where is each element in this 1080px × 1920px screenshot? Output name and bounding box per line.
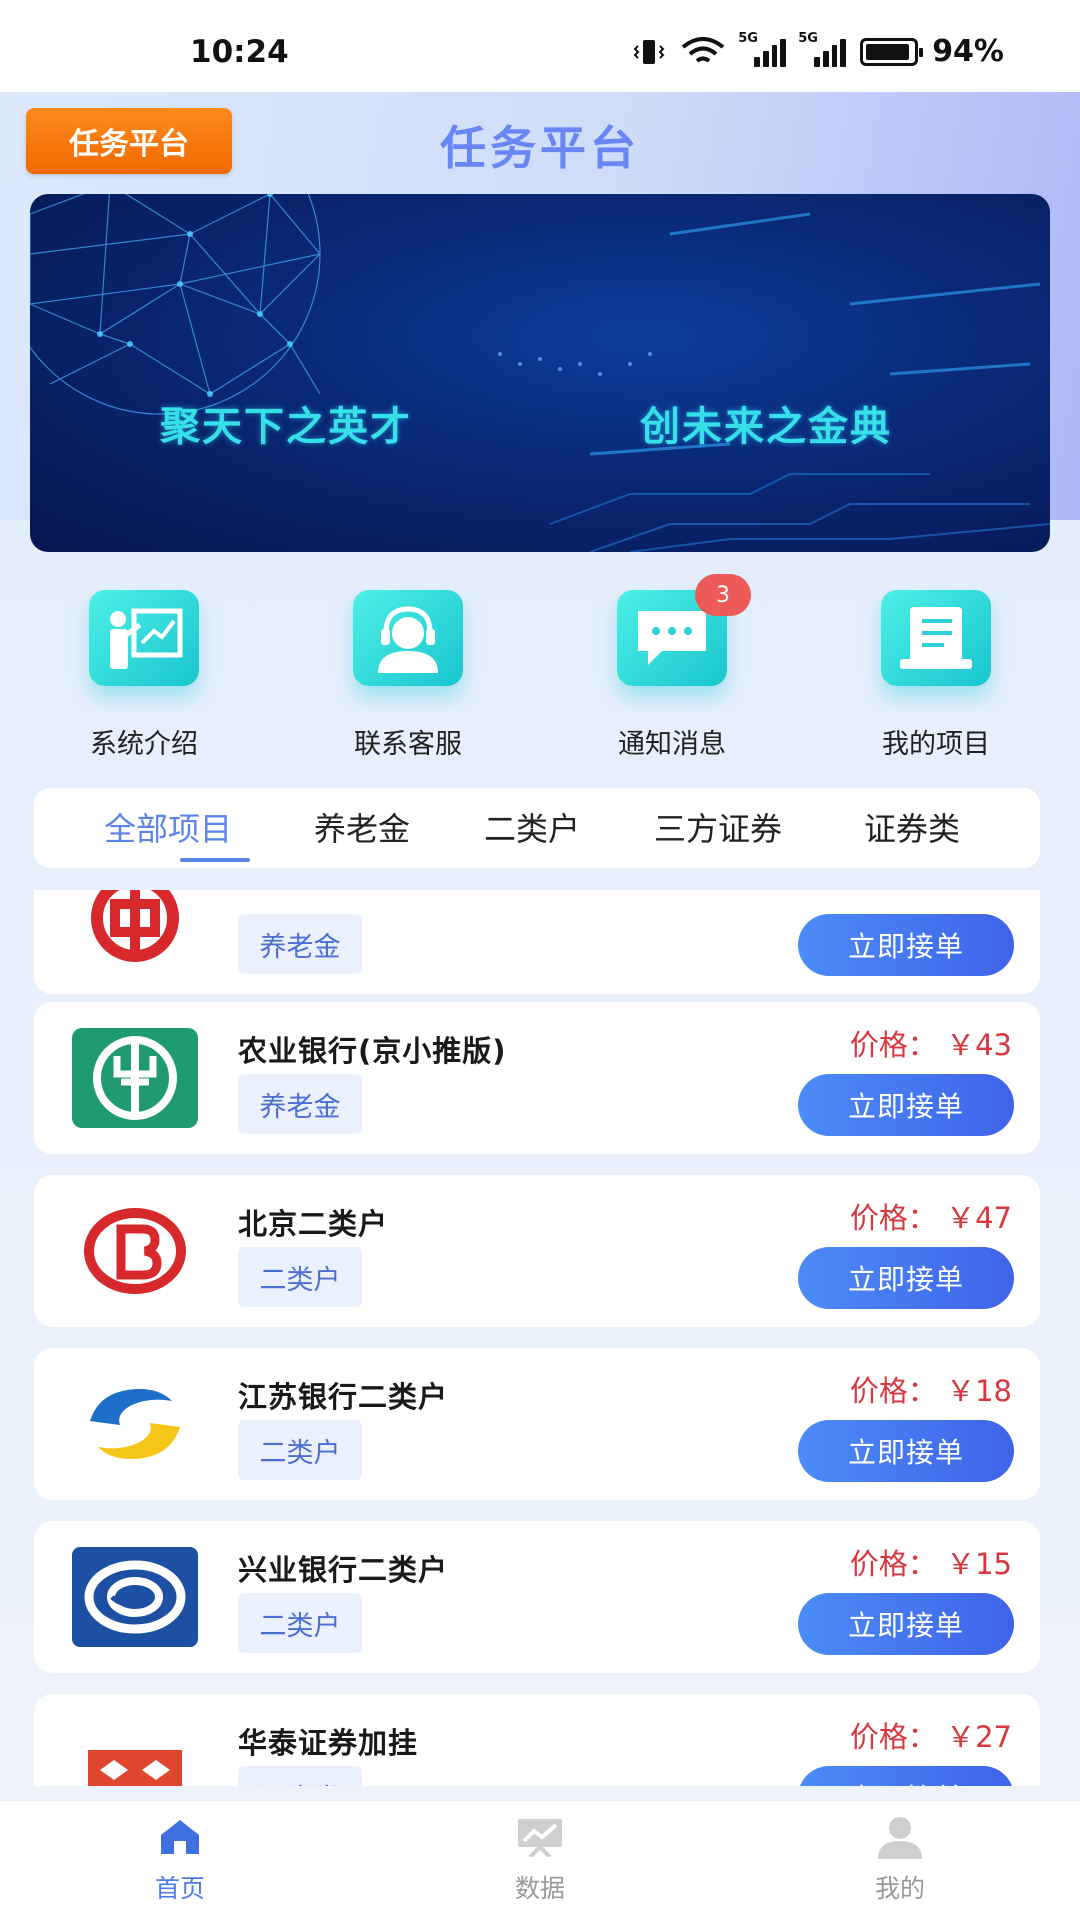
chart-icon [515,1815,565,1859]
item-price: 价格： ￥27 [849,1720,1012,1754]
accept-order-button[interactable]: 立即接单 [798,1247,1014,1309]
item-name: 兴业银行二类户 [238,1553,449,1587]
tab-third-party-securities[interactable]: 三方证券 [654,804,782,850]
item-name: 北京二类户 [238,1207,389,1241]
nav-label: 首页 [154,1874,205,1903]
shortcut-label: 我的项目 [882,729,990,760]
list-item: 北京二类户 二类户 价格： ￥47 立即接单 [34,1175,1040,1327]
status-bar: 10:24 5G 5G 94% [0,0,1080,92]
page-title: 任务平台 [440,121,640,175]
nav-data[interactable]: 数据 [460,1815,620,1905]
nav-mine[interactable]: 我的 [820,1815,980,1905]
list-item: 华泰证券加挂 证券类 价格： ￥27 立即接单 [34,1694,1040,1786]
battery-icon [860,37,924,66]
battery-percent: 94% [932,34,1004,69]
headset-icon [353,590,463,686]
accept-order-button[interactable]: 立即接单 [798,1766,1014,1786]
shortcut-label: 通知消息 [618,729,726,760]
category-tabs: 全部项目 养老金 二类户 三方证券 证券类 [34,788,1040,868]
chat-icon: 3 [617,574,751,686]
signal-5g-2-icon: 5G [798,31,847,67]
list-item: 江苏银行二类户 二类户 价格： ￥18 立即接单 [34,1348,1040,1500]
huatai-securities-logo [72,1718,198,1786]
accept-order-button[interactable]: 立即接单 [798,1593,1014,1655]
status-time: 10:24 [190,34,289,70]
item-name: 华泰证券加挂 [238,1726,419,1760]
banner-text-right: 创未来之金典 [640,404,892,450]
shortcut-contact-service[interactable]: 联系客服 [308,590,508,761]
item-tag: 证券类 [238,1766,362,1786]
shortcut-label: 联系客服 [354,729,462,760]
document-icon [881,590,991,686]
bank-of-china-logo [72,890,198,970]
item-price: 价格： ￥43 [849,1028,1012,1062]
nav-label: 我的 [874,1874,925,1903]
nav-label: 数据 [514,1874,565,1903]
banner-network-graphic [30,194,1050,552]
accept-order-button[interactable]: 立即接单 [798,1420,1014,1482]
accept-order-button[interactable]: 立即接单 [798,1074,1014,1136]
list-item: 农业银行(京小推版) 养老金 价格： ￥43 立即接单 [34,1002,1040,1154]
item-tag: 二类户 [238,1420,362,1480]
item-tag: 养老金 [238,914,362,974]
shortcut-notifications[interactable]: 3 通知消息 [572,574,772,761]
shortcut-system-intro[interactable]: 系统介绍 [44,590,244,761]
user-icon [875,1815,925,1859]
item-name: 江苏银行二类户 [238,1380,449,1414]
tab-securities[interactable]: 证券类 [864,804,960,850]
shortcut-label: 系统介绍 [90,729,198,760]
bottom-navigation: 首页 数据 我的 [0,1800,1080,1920]
item-name: 农业银行(京小推版) [238,1034,507,1068]
notification-badge: 3 [695,574,751,616]
bank-of-beijing-logo [72,1199,198,1303]
presentation-icon [89,590,199,686]
shortcut-my-projects[interactable]: 我的项目 [836,590,1036,761]
status-icons: 5G 5G 94% [632,31,1004,69]
item-tag: 二类户 [238,1593,362,1653]
list-item: 养老金 立即接单 [34,890,1040,994]
bank-of-jiangsu-logo [72,1372,198,1476]
active-tab-indicator [180,858,250,862]
item-price: 价格： ￥18 [849,1374,1012,1408]
item-tag: 养老金 [238,1074,362,1134]
accept-order-button[interactable]: 立即接单 [798,914,1014,976]
vibrate-icon [633,39,665,64]
home-icon [155,1815,205,1859]
item-price: 价格： ￥47 [849,1201,1012,1235]
item-price: 价格： ￥15 [849,1547,1012,1581]
banner[interactable]: 聚天下之英才 创未来之金典 [30,194,1050,552]
wifi-icon [681,36,725,63]
banner-text-left: 聚天下之英才 [160,404,412,450]
tab-all-projects[interactable]: 全部项目 [104,804,232,850]
agricultural-bank-logo [72,1026,198,1130]
tab-class-two-account[interactable]: 二类户 [484,804,580,850]
item-tag: 二类户 [238,1247,362,1307]
tab-pension[interactable]: 养老金 [314,804,410,850]
nav-home[interactable]: 首页 [100,1815,260,1905]
project-list[interactable]: 养老金 立即接单 农业银行(京小推版) 养老金 价格： ￥43 立即接单 北京二… [0,890,1080,1786]
shortcut-grid: 系统介绍 联系客服 3 通知消息 我的项目 [0,574,1080,761]
list-item: 兴业银行二类户 二类户 价格： ￥15 立即接单 [34,1521,1040,1673]
signal-5g-1-icon: 5G [738,31,787,67]
industrial-bank-logo [72,1545,198,1649]
